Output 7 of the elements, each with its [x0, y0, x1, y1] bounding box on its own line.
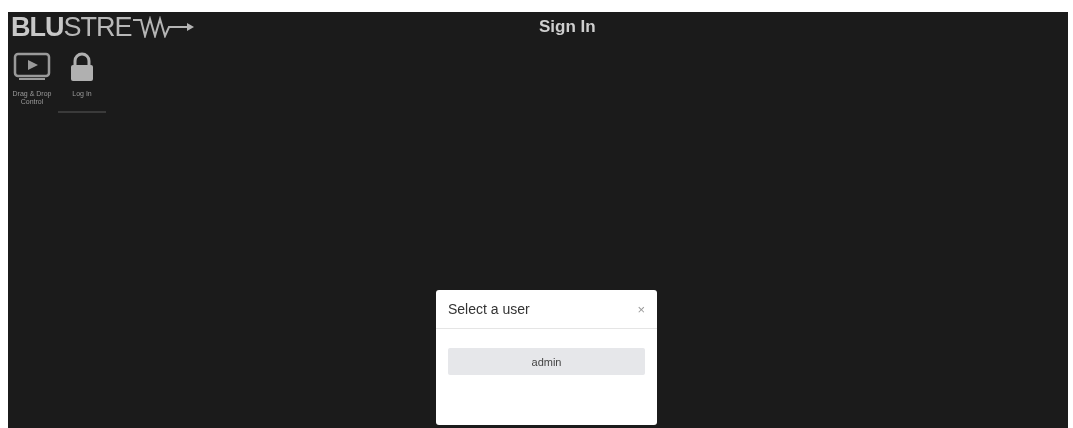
- dialog-title: Select a user: [448, 301, 530, 317]
- user-button[interactable]: admin: [448, 348, 645, 375]
- monitor-play-icon: [13, 52, 51, 82]
- logo-text: BLUSTRE: [11, 11, 132, 43]
- wave-arrow-icon: [132, 16, 195, 38]
- page-title: Sign In: [539, 17, 596, 37]
- lock-icon: [69, 52, 95, 82]
